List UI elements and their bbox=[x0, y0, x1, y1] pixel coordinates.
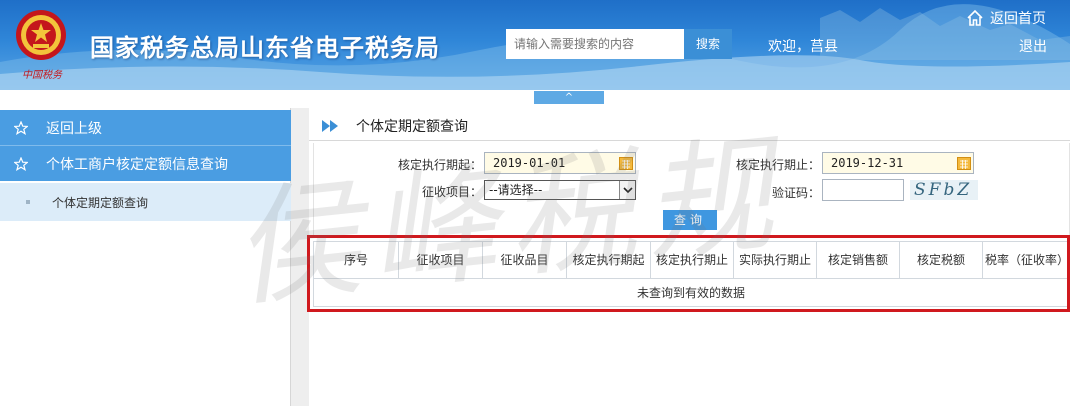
end-date-field[interactable]: 2019-12-31 bbox=[822, 152, 974, 174]
end-date-label: 核定执行期止： bbox=[735, 158, 820, 172]
bullet-icon bbox=[26, 200, 30, 204]
query-button[interactable]: 查询 bbox=[663, 210, 717, 230]
star-icon bbox=[14, 156, 28, 171]
start-date-label: 核定执行期起： bbox=[397, 158, 482, 172]
page-title-text: 个体定期定额查询 bbox=[356, 119, 468, 135]
welcome-text: 欢迎，莒县 bbox=[768, 39, 838, 55]
search-button[interactable]: 搜索 bbox=[684, 29, 732, 59]
sidebar-subitem-label: 个体定期定额查询 bbox=[52, 195, 149, 210]
sidebar-item-back[interactable]: 返回上级 bbox=[0, 110, 291, 146]
divider bbox=[309, 140, 1070, 141]
sidebar-item-label: 个体工商户核定定额信息查询 bbox=[46, 156, 228, 173]
collection-item-label: 征收项目： bbox=[421, 185, 482, 199]
home-link[interactable]: 返回首页 bbox=[966, 8, 1046, 28]
seal-text: 中国税务 bbox=[22, 70, 62, 81]
start-date-field[interactable]: 2019-01-01 bbox=[484, 152, 636, 174]
tax-emblem-icon bbox=[16, 10, 66, 60]
home-link-label: 返回首页 bbox=[990, 11, 1046, 27]
collection-item-selected: --请选择-- bbox=[489, 183, 543, 197]
captcha-label: 验证码： bbox=[771, 186, 820, 200]
sidebar-subitem-periodic-quota[interactable]: 个体定期定额查询 bbox=[0, 183, 291, 221]
sidebar: 返回上级 个体工商户核定定额信息查询 个体定期定额查询 bbox=[0, 108, 291, 406]
calendar-icon[interactable] bbox=[619, 156, 633, 170]
collapse-header-button[interactable]: ^ bbox=[534, 91, 604, 104]
start-date-value: 2019-01-01 bbox=[493, 156, 566, 170]
captcha-image[interactable]: SFbZ bbox=[910, 180, 978, 200]
end-date-value: 2019-12-31 bbox=[831, 156, 904, 170]
logout-link[interactable]: 退出 bbox=[1019, 36, 1047, 56]
chevron-down-icon bbox=[619, 181, 635, 199]
sidebar-item-quota-query[interactable]: 个体工商户核定定额信息查询 bbox=[0, 145, 291, 181]
page-title: 个体定期定额查询 bbox=[322, 116, 468, 136]
sidebar-item-label: 返回上级 bbox=[46, 121, 102, 137]
double-arrow-icon bbox=[322, 120, 338, 132]
calendar-icon[interactable] bbox=[957, 156, 971, 170]
search-input[interactable] bbox=[506, 29, 684, 59]
top-banner: 中国税务 国家税务总局山东省电子税务局 搜索 欢迎，莒县 返回首页 退出 bbox=[0, 0, 1070, 90]
captcha-input[interactable] bbox=[822, 179, 904, 201]
star-icon bbox=[14, 121, 28, 135]
home-icon bbox=[967, 9, 983, 26]
highlight-frame bbox=[307, 235, 1070, 312]
collection-item-select[interactable]: --请选择-- bbox=[484, 180, 636, 200]
site-title: 国家税务总局山东省电子税务局 bbox=[90, 34, 440, 62]
